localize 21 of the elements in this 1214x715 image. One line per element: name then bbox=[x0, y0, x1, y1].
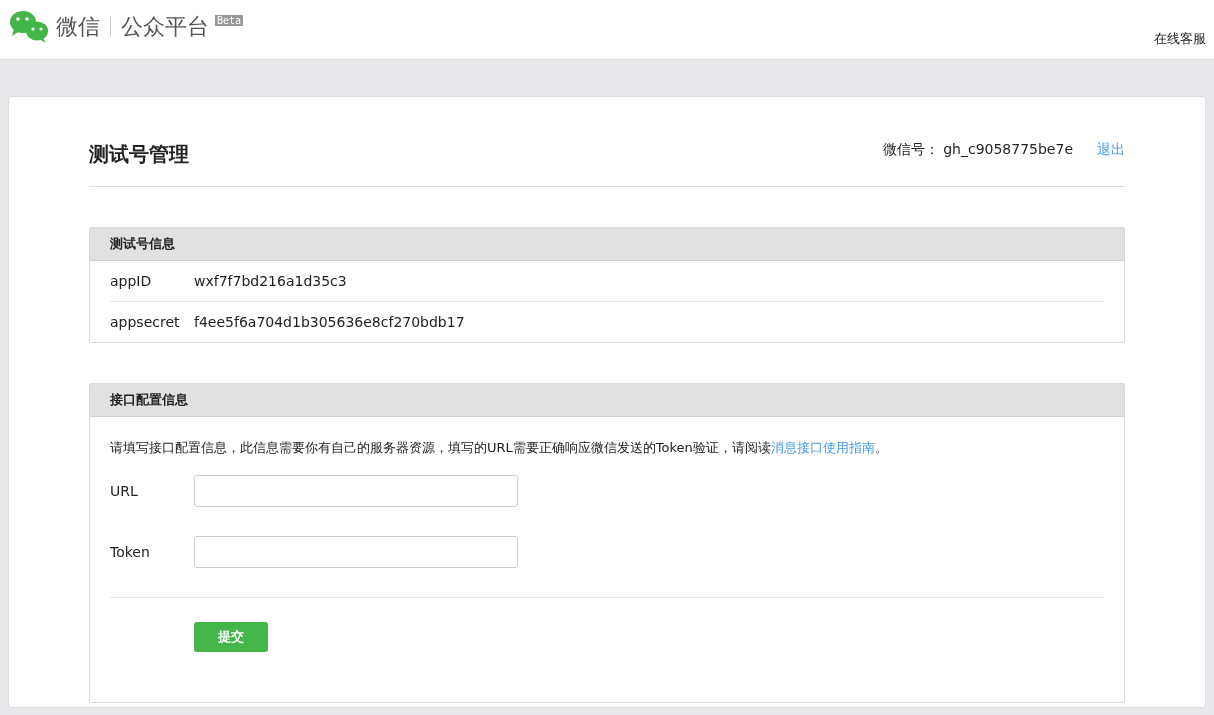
info-value: wxf7f7bd216a1d35c3 bbox=[194, 273, 347, 289]
support-link[interactable]: 在线客服 bbox=[1154, 30, 1206, 48]
submit-button[interactable]: 提交 bbox=[194, 622, 268, 652]
page-title: 测试号管理 bbox=[89, 141, 189, 168]
field-label: URL bbox=[110, 483, 139, 499]
info-label: appID bbox=[110, 273, 153, 289]
account-id-text: 微信号： gh_c9058775be7e bbox=[882, 141, 1073, 159]
logout-link[interactable]: 退出 bbox=[1097, 141, 1125, 159]
guide-link[interactable]: 消息接口使用指南 bbox=[770, 440, 875, 455]
field-label: Token bbox=[110, 544, 151, 560]
input-field[interactable] bbox=[194, 536, 518, 568]
panel-title: 接口配置信息 bbox=[90, 384, 1124, 417]
panel-title: 测试号信息 bbox=[90, 228, 1124, 261]
input-field[interactable] bbox=[194, 475, 518, 507]
beta-badge: Beta bbox=[215, 15, 244, 26]
chat-bubbles-logo-icon bbox=[8, 9, 50, 45]
info-label: appsecret bbox=[110, 314, 181, 330]
instruction-text: 请填写接口配置信息，此信息需要你有自己的服务器资源，填写的URL需要正确响应微信发送的Token验证，请阅读消息接口使用指南。 bbox=[110, 439, 889, 457]
info-value: f4ee5f6a704d1b305636e8cf270bdb17 bbox=[194, 314, 465, 330]
brand-name: 微信 bbox=[56, 13, 100, 41]
product-name: 公众平台 bbox=[121, 13, 209, 41]
